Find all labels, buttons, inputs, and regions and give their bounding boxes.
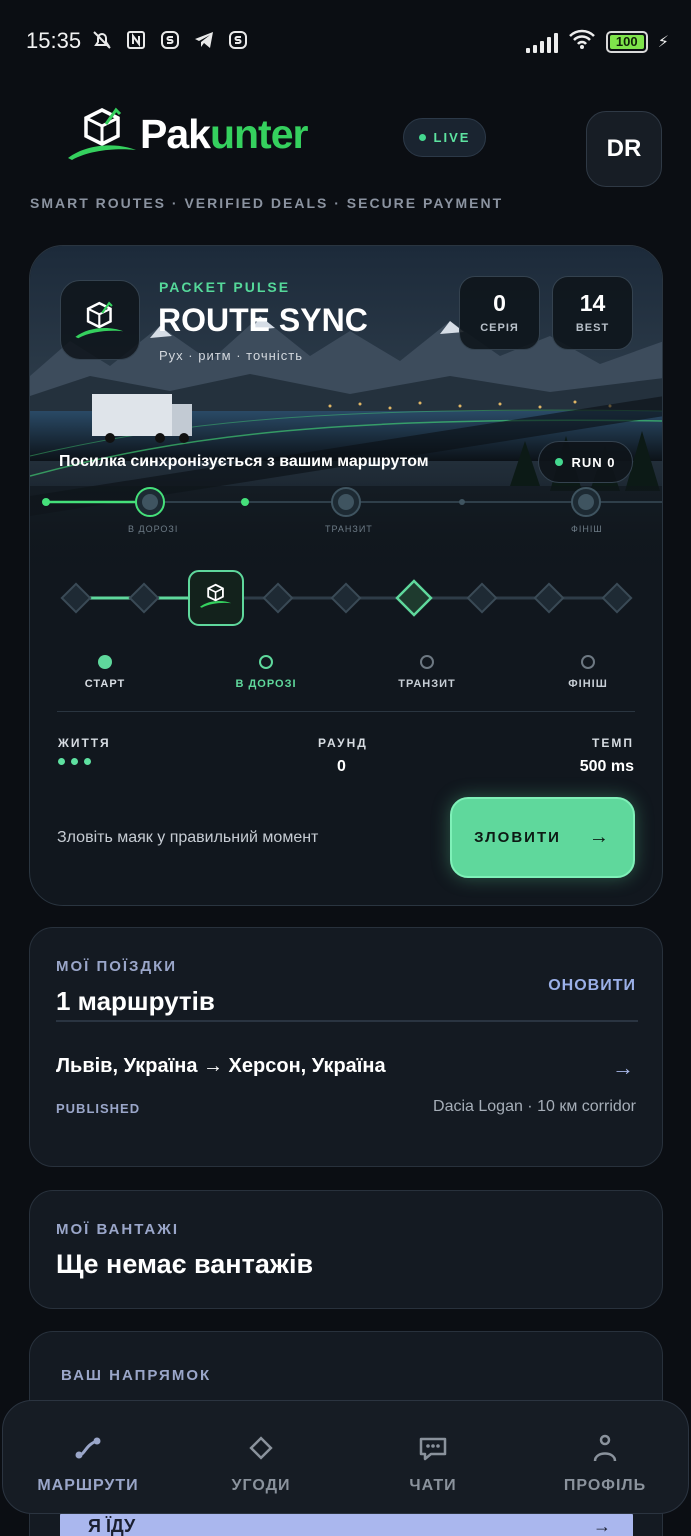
stage-dot-pending bbox=[581, 655, 595, 669]
trip-route[interactable]: Львів, Україна → Херсон, Україна bbox=[56, 1055, 386, 1078]
game-kicker: PACKET PULSE bbox=[159, 279, 291, 295]
nav-item-profile[interactable]: ПРОФІЛЬ bbox=[525, 1401, 685, 1515]
nav-label: УГОДИ bbox=[231, 1477, 291, 1494]
refresh-button[interactable]: ОНОВИТИ bbox=[548, 977, 636, 995]
round-value: 0 bbox=[337, 758, 346, 775]
lives-indicator bbox=[58, 758, 91, 765]
system-icons: 100 ⚡ bbox=[525, 28, 669, 55]
stage-dot-done bbox=[98, 655, 112, 669]
tempo-label: ТЕМП bbox=[592, 736, 634, 750]
trip-vehicle-info: Dacia Logan · 10 км corridor bbox=[433, 1098, 636, 1115]
my-cargo-card: МОЇ ВАНТАЖІ Ще немає вантажів bbox=[29, 1190, 663, 1309]
status-bar: 15:35 100 ⚡ bbox=[0, 0, 691, 84]
stage-dot-active bbox=[259, 655, 273, 669]
stage-start: СТАРТ bbox=[45, 651, 165, 690]
round-label: РАУНД bbox=[318, 736, 368, 750]
stage-label: СТАРТ bbox=[84, 678, 126, 690]
catch-button-label: ЗЛОВИТИ bbox=[474, 829, 561, 846]
brand-name-part2: unter bbox=[209, 110, 308, 157]
nav-label: ПРОФІЛЬ bbox=[563, 1477, 647, 1494]
sync-status-text: Посилка синхронізується з вашим маршруто… bbox=[59, 453, 429, 470]
profile-icon bbox=[593, 1434, 617, 1462]
bottom-navigation: МАРШРУТИ УГОДИ ЧАТИ ПРОФІЛЬ bbox=[2, 1400, 689, 1514]
bell-off-icon bbox=[90, 28, 114, 52]
brand-name: Pakunter bbox=[140, 110, 308, 158]
stage-dot-pending bbox=[420, 655, 434, 669]
best-stat: 14 BEST bbox=[552, 276, 633, 350]
telegram-icon bbox=[192, 28, 216, 52]
s-app-icon-2 bbox=[226, 28, 250, 52]
my-trips-label: МОЇ ПОЇЗДКИ bbox=[56, 958, 178, 975]
route-stages: СТАРТ В ДОРОЗІ ТРАНЗИТ ФІНІШ bbox=[30, 651, 662, 701]
charging-icon: ⚡ bbox=[657, 33, 669, 51]
direction-label: ВАШ НАПРЯМОК bbox=[61, 1367, 212, 1384]
nav-label: ЧАТИ bbox=[409, 1477, 457, 1494]
route-sync-game-card: PACKET PULSE ROUTE SYNC Рух · ритм · точ… bbox=[29, 245, 663, 906]
signal-icon bbox=[525, 31, 558, 53]
live-dot-icon bbox=[418, 134, 426, 141]
status-time: 15:35 bbox=[26, 28, 82, 53]
tagline: SMART ROUTES · VERIFIED DEALS · SECURE P… bbox=[30, 195, 504, 211]
live-label: LIVE bbox=[433, 130, 471, 145]
run-counter-badge: RUN 0 bbox=[538, 441, 633, 483]
brand-logo[interactable]: Pakunter bbox=[66, 104, 308, 164]
scene-label-finish: ФІНІШ bbox=[571, 524, 603, 534]
game-logo-icon bbox=[60, 280, 140, 360]
stage-label: В ДОРОЗІ bbox=[235, 678, 297, 690]
my-cargo-label: МОЇ ВАНТАЖІ bbox=[56, 1221, 179, 1238]
series-stat: 0 СЕРІЯ bbox=[459, 276, 540, 350]
arrow-right-icon[interactable]: → bbox=[612, 1055, 634, 1081]
nav-label: МАРШРУТИ bbox=[37, 1477, 139, 1494]
rhythm-lane bbox=[30, 566, 662, 636]
game-title: ROUTE SYNC bbox=[158, 302, 368, 338]
diamond-icon bbox=[249, 1436, 273, 1460]
beacon-target bbox=[395, 579, 433, 617]
cargo-empty-text: Ще немає вантажів bbox=[56, 1249, 314, 1279]
battery-level: 100 bbox=[609, 34, 644, 49]
avatar[interactable]: DR bbox=[586, 111, 662, 187]
brand-name-part1: Pak bbox=[140, 110, 211, 157]
wifi-icon bbox=[568, 28, 596, 55]
life-dot bbox=[84, 758, 91, 765]
scene-label-transit: ТРАНЗИТ bbox=[325, 524, 373, 534]
route-icon bbox=[75, 1437, 101, 1459]
stage-label: ФІНІШ bbox=[568, 678, 608, 690]
lives-label: ЖИТТЯ bbox=[58, 736, 111, 750]
stage-label: ТРАНЗИТ bbox=[398, 678, 456, 690]
scene-label-on-road: В ДОРОЗІ bbox=[128, 524, 179, 534]
logo-mark-icon bbox=[66, 104, 140, 164]
live-badge: LIVE bbox=[403, 118, 486, 157]
direction-option-label: Я ЇДУ bbox=[88, 1516, 136, 1536]
trip-status-badge: PUBLISHED bbox=[56, 1101, 141, 1116]
game-subtitle: Рух · ритм · точність bbox=[159, 348, 303, 363]
divider bbox=[56, 1020, 638, 1022]
my-trips-card: МОЇ ПОЇЗДКИ 1 маршрутів ОНОВИТИ Львів, У… bbox=[29, 927, 663, 1167]
series-value: 0 bbox=[493, 290, 506, 316]
nav-item-chats[interactable]: ЧАТИ bbox=[353, 1401, 513, 1515]
nfc-icon bbox=[124, 28, 148, 52]
divider bbox=[57, 711, 635, 712]
life-dot bbox=[58, 758, 65, 765]
tempo-value: 500 ms bbox=[579, 758, 634, 775]
series-label: СЕРІЯ bbox=[480, 322, 519, 334]
nav-item-deals[interactable]: УГОДИ bbox=[181, 1401, 341, 1515]
trips-count-title: 1 маршрутів bbox=[56, 986, 215, 1016]
stage-transit: ТРАНЗИТ bbox=[367, 651, 487, 690]
catch-button[interactable]: ЗЛОВИТИ → bbox=[450, 797, 635, 878]
notification-icons bbox=[90, 28, 250, 52]
battery-icon: 100 bbox=[605, 30, 648, 53]
stage-on-road: В ДОРОЗІ bbox=[206, 651, 326, 690]
run-label: RUN 0 bbox=[571, 454, 616, 470]
catch-hint: Зловіть маяк у правильний момент bbox=[57, 829, 319, 846]
stage-finish: ФІНІШ bbox=[528, 651, 648, 690]
chat-icon bbox=[419, 1437, 447, 1461]
arrow-right-icon: → bbox=[593, 1516, 611, 1536]
s-app-icon bbox=[158, 28, 182, 52]
arrow-right-icon: → bbox=[588, 826, 611, 848]
run-dot-icon bbox=[555, 458, 564, 466]
nav-item-routes[interactable]: МАРШРУТИ bbox=[8, 1401, 168, 1515]
best-value: 14 bbox=[579, 290, 606, 316]
life-dot bbox=[71, 758, 78, 765]
best-label: BEST bbox=[575, 322, 610, 334]
